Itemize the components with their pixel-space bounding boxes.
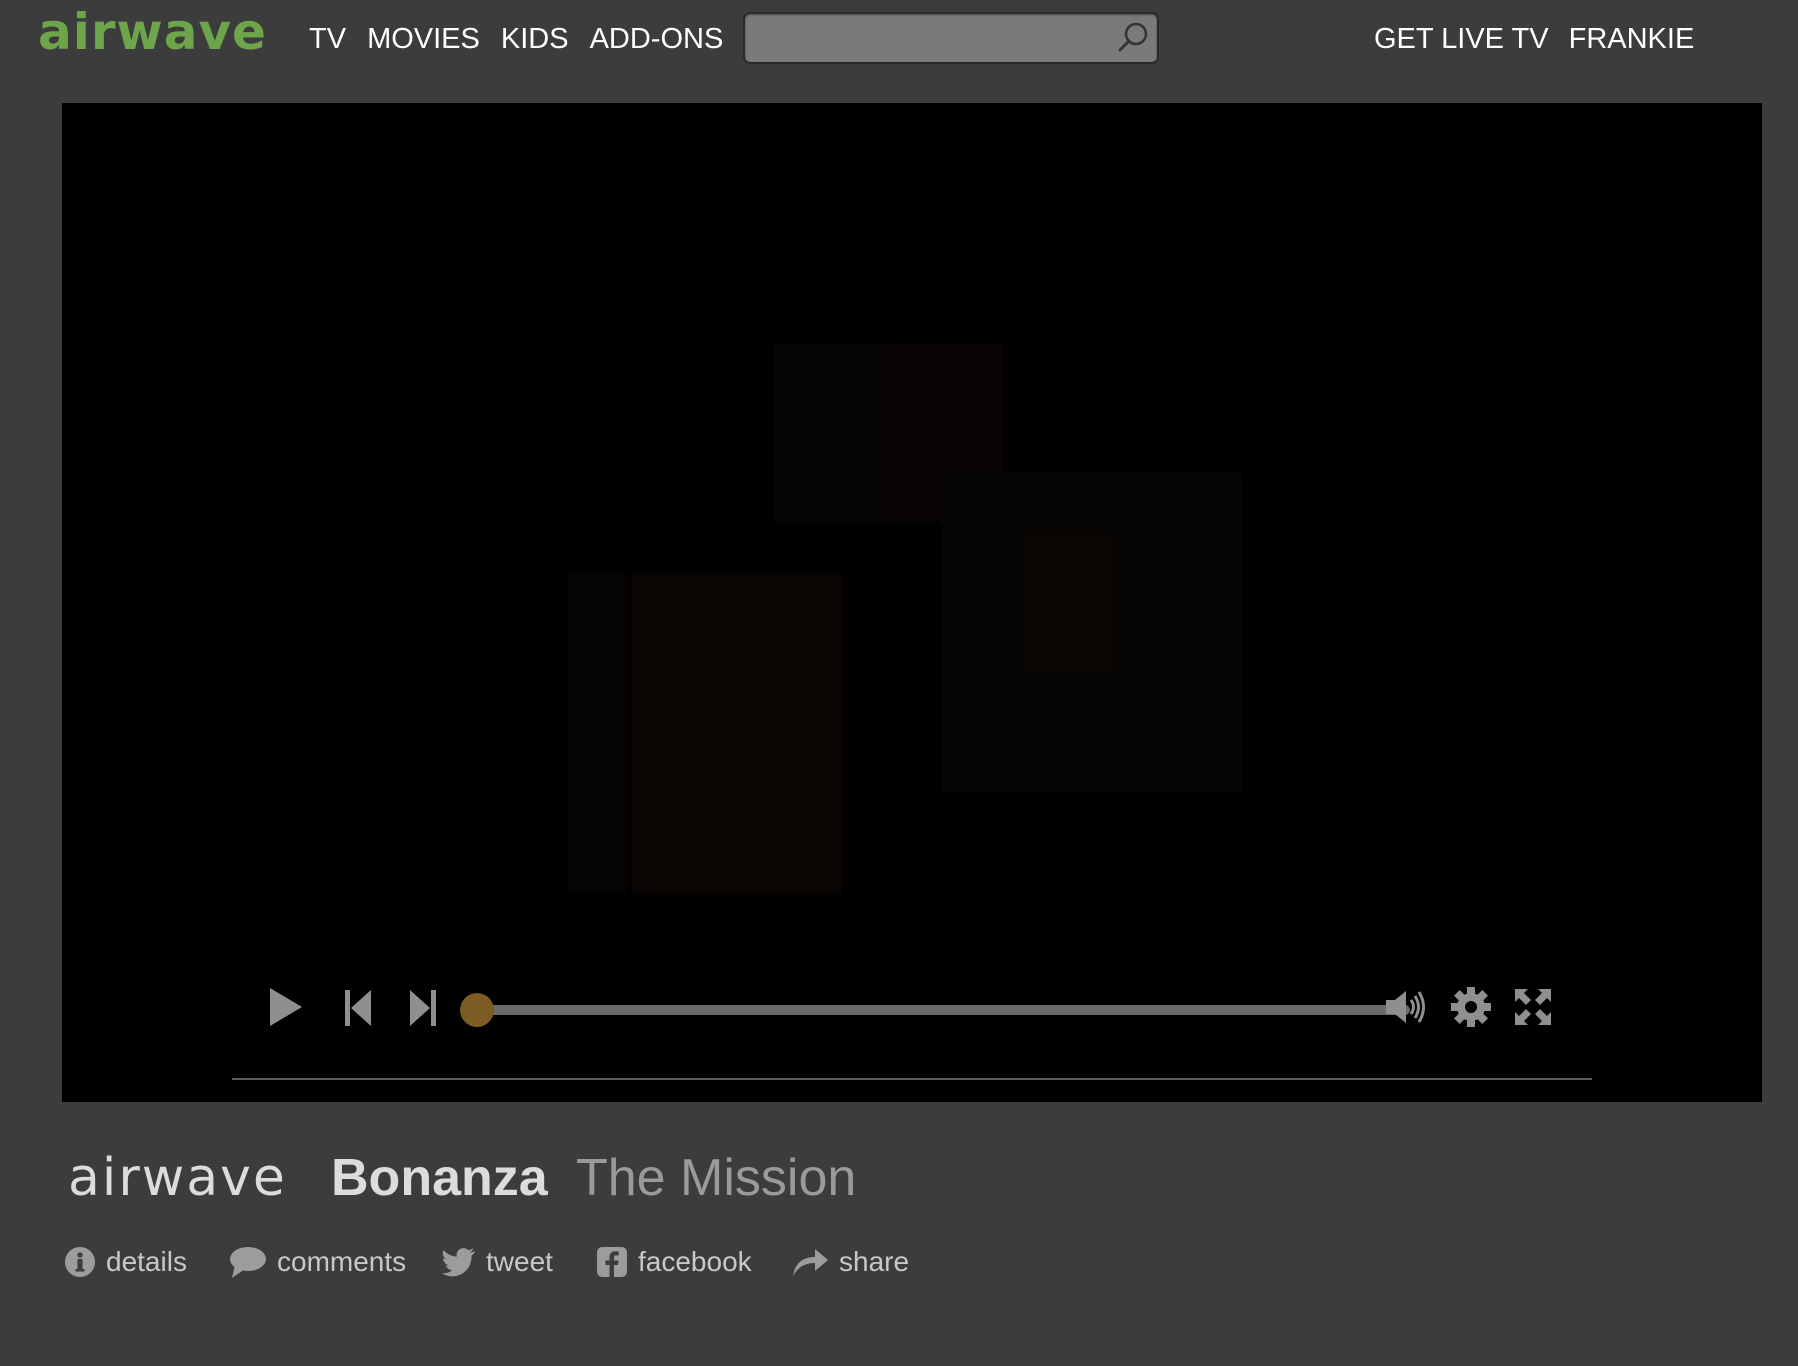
twitter-bird-icon xyxy=(442,1248,475,1277)
player-controls xyxy=(62,103,1762,1102)
facebook-button[interactable]: facebook xyxy=(596,1240,752,1284)
episode-title: The Mission xyxy=(576,1149,857,1207)
comments-button[interactable]: comments xyxy=(229,1240,406,1284)
progress-handle[interactable] xyxy=(460,993,494,1027)
channel-logo: airwave xyxy=(68,1148,287,1208)
airwave-logo[interactable]: airwave xyxy=(38,2,267,62)
info-icon xyxy=(65,1247,95,1277)
settings-gear-icon[interactable] xyxy=(1451,987,1491,1027)
comment-bubble-icon xyxy=(230,1247,266,1278)
search-icon[interactable] xyxy=(1115,20,1151,56)
get-live-tv-link[interactable]: GET LIVE TV xyxy=(1374,22,1549,56)
share-button[interactable]: share xyxy=(791,1240,909,1284)
nav-kids[interactable]: KIDS xyxy=(501,22,569,56)
top-navigation-bar: airwave TV MOVIES KIDS ADD-ONS GET LIVE … xyxy=(0,0,1798,80)
nav-tv[interactable]: TV xyxy=(309,22,346,56)
play-icon[interactable] xyxy=(268,986,304,1028)
user-menu-link[interactable]: FRANKIE xyxy=(1569,22,1695,56)
facebook-label: facebook xyxy=(638,1246,752,1277)
search-box xyxy=(743,12,1159,64)
player-divider xyxy=(232,1078,1592,1080)
show-title: Bonanza xyxy=(331,1149,548,1207)
nav-add-ons[interactable]: ADD-ONS xyxy=(590,22,724,56)
video-player[interactable] xyxy=(62,103,1762,1102)
facebook-icon xyxy=(597,1247,627,1277)
share-arrow-icon xyxy=(793,1249,828,1276)
previous-icon[interactable] xyxy=(344,989,372,1027)
main-nav: TV MOVIES KIDS ADD-ONS xyxy=(309,22,723,56)
comments-label: comments xyxy=(277,1246,407,1277)
volume-icon[interactable] xyxy=(1384,988,1428,1026)
details-button[interactable]: details xyxy=(64,1240,187,1284)
nav-movies[interactable]: MOVIES xyxy=(367,22,480,56)
account-nav: GET LIVE TV FRANKIE xyxy=(1374,22,1694,56)
fullscreen-icon[interactable] xyxy=(1514,988,1552,1026)
search-input[interactable] xyxy=(755,20,1099,58)
share-label: share xyxy=(839,1246,910,1277)
details-label: details xyxy=(106,1246,187,1277)
progress-bar[interactable] xyxy=(478,1005,1410,1015)
tweet-label: tweet xyxy=(486,1246,553,1277)
tweet-button[interactable]: tweet xyxy=(442,1240,553,1284)
next-icon[interactable] xyxy=(409,989,437,1027)
